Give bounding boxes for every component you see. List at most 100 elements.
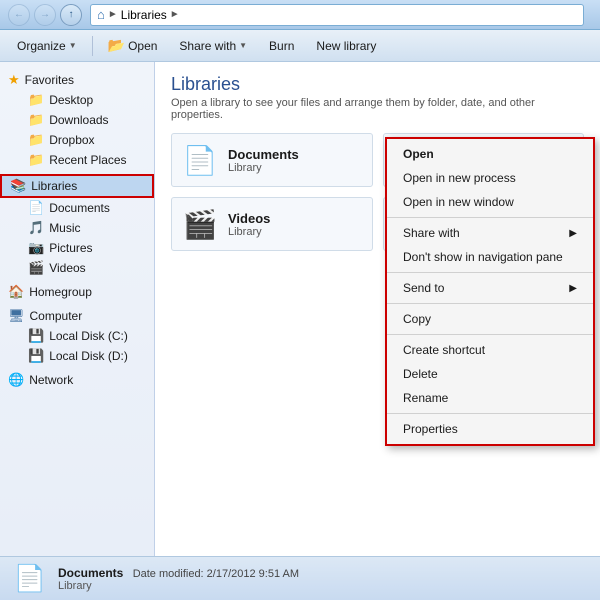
ctx-sep-send-to [387,303,593,304]
ctx-item-delete[interactable]: Delete [387,362,593,386]
address-path: Libraries [121,8,167,22]
local-c-label: Local Disk (C:) [49,329,128,343]
videos-lib-desc: Library [228,226,364,238]
sidebar-item-dropbox[interactable]: 📁 Dropbox [0,130,154,150]
sidebar-item-documents[interactable]: 📄 Documents [0,198,154,218]
status-name-text: Documents [58,566,123,580]
ctx-item-open-new-window[interactable]: Open in new window [387,190,593,214]
music-label: Music [49,221,80,235]
computer-icon: 🖥 [8,308,25,324]
favorites-section: ★ Favorites 📁 Desktop 📁 Downloads 📁 Drop… [0,70,154,170]
videos-lib-info: Videos Library [228,211,364,238]
open-icon: 📂 [108,37,125,54]
folder-icon: 📁 [28,92,44,108]
share-with-button[interactable]: Share with ▼ [170,35,256,57]
organize-label: Organize [17,39,66,53]
address-arrow2: ► [170,9,180,20]
folder-icon: 📁 [28,112,44,128]
open-label: Open [128,39,157,53]
network-icon: 🌐 [8,372,24,388]
share-label: Share with [179,39,236,53]
star-icon: ★ [8,72,20,88]
library-item-documents[interactable]: 📄 Documents Library [171,133,373,187]
burn-button[interactable]: Burn [260,35,303,57]
computer-label: Computer [30,309,83,323]
ctx-sep-dont-show [387,272,593,273]
ctx-item-dont-show[interactable]: Don't show in navigation pane [387,245,593,269]
ctx-arrow-send-to: ▶ [569,283,577,294]
sidebar-computer[interactable]: 🖥 Computer [0,306,154,326]
address-arrow: ► [108,9,118,20]
sidebar-item-desktop[interactable]: 📁 Desktop [0,90,154,110]
ctx-item-create-shortcut[interactable]: Create shortcut [387,338,593,362]
status-item-name: Documents Date modified: 2/17/2012 9:51 … [58,566,299,580]
main-layout: ★ Favorites 📁 Desktop 📁 Downloads 📁 Drop… [0,62,600,556]
pictures-icon: 📷 [28,240,44,256]
status-info: Documents Date modified: 2/17/2012 9:51 … [58,566,299,592]
homegroup-icon: 🏠 [8,284,24,300]
homegroup-section: 🏠 Homegroup [0,282,154,302]
sidebar-item-local-c[interactable]: 💾 Local Disk (C:) [0,326,154,346]
organize-button[interactable]: Organize ▼ [8,35,86,57]
libraries-label: Libraries [31,179,77,193]
sidebar-item-music[interactable]: 🎵 Music [0,218,154,238]
address-home-icon: ⌂ [97,7,105,22]
videos-lib-icon: 🎬 [180,204,220,244]
pictures-label: Pictures [49,241,92,255]
favorites-label: Favorites [25,73,74,87]
sidebar-libraries-header[interactable]: 📚 Libraries [0,174,154,198]
documents-lib-info: Documents Library [228,147,364,174]
music-icon: 🎵 [28,220,44,236]
videos-icon: 🎬 [28,260,44,276]
content-area: Libraries Open a library to see your fil… [155,62,600,556]
up-button[interactable]: ↑ [60,4,82,26]
videos-label: Videos [49,261,85,275]
folder-icon: 📄 [28,200,44,216]
new-library-label: New library [316,39,376,53]
downloads-label: Downloads [49,113,108,127]
sidebar-item-downloads[interactable]: 📁 Downloads [0,110,154,130]
network-section: 🌐 Network [0,370,154,390]
documents-lib-desc: Library [228,162,364,174]
dropbox-label: Dropbox [49,133,94,147]
ctx-item-open-new-process[interactable]: Open in new process [387,166,593,190]
share-arrow: ▼ [239,41,247,50]
address-bar[interactable]: ⌂ ► Libraries ► [90,4,584,26]
toolbar: Organize ▼ 📂 Open Share with ▼ Burn New … [0,30,600,62]
open-button[interactable]: 📂 Open [99,33,167,58]
sidebar-network[interactable]: 🌐 Network [0,370,154,390]
ctx-item-copy[interactable]: Copy [387,307,593,331]
local-d-label: Local Disk (D:) [49,349,128,363]
recent-places-label: Recent Places [49,153,126,167]
documents-lib-icon: 📄 [180,140,220,180]
forward-button[interactable]: → [34,4,56,26]
homegroup-label: Homegroup [29,285,92,299]
ctx-item-properties[interactable]: Properties [387,417,593,441]
network-label: Network [29,373,73,387]
sidebar-item-videos[interactable]: 🎬 Videos [0,258,154,278]
sidebar-item-local-d[interactable]: 💾 Local Disk (D:) [0,346,154,366]
sidebar-favorites-header[interactable]: ★ Favorites [0,70,154,90]
status-icon: 📄 [12,561,48,597]
ctx-item-send-to[interactable]: Send to▶ [387,276,593,300]
new-library-button[interactable]: New library [307,35,385,57]
sidebar-item-recent-places[interactable]: 📁 Recent Places [0,150,154,170]
library-item-videos[interactable]: 🎬 Videos Library [171,197,373,251]
documents-lib-name: Documents [228,147,364,162]
documents-label: Documents [49,201,110,215]
videos-lib-name: Videos [228,211,364,226]
sidebar-item-pictures[interactable]: 📷 Pictures [0,238,154,258]
sidebar-homegroup[interactable]: 🏠 Homegroup [0,282,154,302]
folder-icon: 📁 [28,132,44,148]
title-bar: ← → ↑ ⌂ ► Libraries ► [0,0,600,30]
ctx-item-open[interactable]: Open [387,142,593,166]
ctx-item-rename[interactable]: Rename [387,386,593,410]
status-type-text: Library [58,580,299,592]
desktop-label: Desktop [49,93,93,107]
computer-section: 🖥 Computer 💾 Local Disk (C:) 💾 Local Dis… [0,306,154,366]
back-button[interactable]: ← [8,4,30,26]
sidebar: ★ Favorites 📁 Desktop 📁 Downloads 📁 Drop… [0,62,155,556]
ctx-sep-open-new-window [387,217,593,218]
drive-icon: 💾 [28,348,44,364]
ctx-item-share-with[interactable]: Share with▶ [387,221,593,245]
